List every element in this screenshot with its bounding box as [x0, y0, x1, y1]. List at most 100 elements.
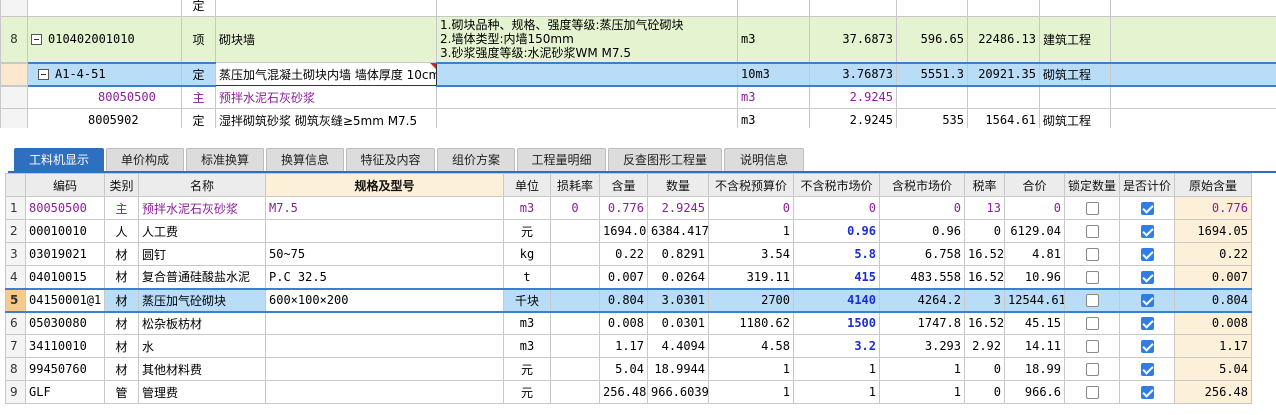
tab-conversion-info[interactable]: 换算信息	[266, 148, 344, 172]
resource-category[interactable]: 材	[104, 287, 139, 313]
resource-quantity[interactable]: 0.0264	[647, 265, 709, 289]
bill-name[interactable]: 砌块墙	[215, 16, 437, 63]
checkbox-empty-icon[interactable]	[1085, 202, 1099, 215]
resource-total[interactable]: 6129.04	[1004, 219, 1065, 243]
header-lock-qty[interactable]: 锁定数量	[1064, 173, 1120, 197]
resource-tax-rate[interactable]: 16.52	[964, 311, 1005, 335]
lock-qty-checkbox[interactable]	[1064, 265, 1120, 289]
resource-tax-market-price[interactable]: 483.558	[879, 265, 965, 289]
lock-qty-checkbox[interactable]	[1064, 287, 1120, 313]
lock-qty-checkbox[interactable]	[1064, 357, 1120, 381]
resource-loss-rate[interactable]	[550, 242, 600, 266]
resource-content[interactable]: 1694.05	[599, 219, 648, 243]
resource-budget-price[interactable]: 1	[708, 219, 794, 243]
resource-loss-rate[interactable]	[550, 380, 600, 404]
resource-category[interactable]: 材	[104, 265, 139, 289]
bill-code[interactable]: 8005902	[27, 108, 182, 128]
resource-spec[interactable]	[265, 311, 504, 335]
resource-category[interactable]: 主	[104, 196, 139, 220]
resource-quantity[interactable]: 0.8291	[647, 242, 709, 266]
resource-unit[interactable]: t	[503, 265, 551, 289]
bill-desc[interactable]	[436, 61, 738, 87]
resource-original-content[interactable]: 5.04	[1174, 357, 1252, 381]
resource-quantity[interactable]: 966.6039	[647, 380, 709, 404]
resource-unit[interactable]: m3	[503, 334, 551, 358]
resource-tax-market-price[interactable]: 1	[879, 380, 965, 404]
resource-original-content[interactable]: 0.804	[1174, 287, 1252, 313]
bill-code[interactable]: 010402001010	[27, 16, 182, 63]
collapse-icon[interactable]	[38, 69, 49, 80]
resource-spec[interactable]	[265, 219, 504, 243]
checkbox-empty-icon[interactable]	[1085, 386, 1099, 399]
tab-quantity-detail[interactable]: 工程量明细	[517, 148, 606, 172]
is-priced-checkbox[interactable]	[1119, 357, 1175, 381]
resource-code[interactable]: 04010015	[25, 265, 105, 289]
resource-unit[interactable]: 元	[503, 357, 551, 381]
tab-reverse-graph-quantity[interactable]: 反查图形工程量	[608, 148, 722, 172]
resource-tax-rate[interactable]: 16.52	[964, 265, 1005, 289]
bill-code[interactable]: A1-4-51	[27, 61, 182, 87]
resource-market-price[interactable]: 0.96	[793, 219, 880, 243]
resource-market-price[interactable]: 3.2	[793, 334, 880, 358]
resource-code[interactable]: 99450760	[25, 357, 105, 381]
lock-qty-checkbox[interactable]	[1064, 311, 1120, 335]
table-row[interactable]: 7 34110010 材水 m3 1.17 4.4094 4.58 3.2 3.293 2.92 1…	[5, 334, 1252, 358]
resource-name[interactable]: 人工费	[138, 219, 266, 243]
lock-qty-checkbox[interactable]	[1064, 196, 1120, 220]
header-content[interactable]: 含量	[599, 173, 648, 197]
resource-total[interactable]: 0	[1004, 196, 1065, 220]
bill-name[interactable]: 预拌水泥石灰砂浆	[215, 85, 437, 109]
resource-category[interactable]: 材	[104, 242, 139, 266]
resource-tax-rate[interactable]: 13	[964, 196, 1005, 220]
resource-original-content[interactable]: 1.17	[1174, 334, 1252, 358]
checkbox-empty-icon[interactable]	[1085, 340, 1099, 353]
checkbox-empty-icon[interactable]	[1085, 248, 1099, 261]
resource-tax-market-price[interactable]: 6.758	[879, 242, 965, 266]
resource-tax-rate[interactable]: 3	[964, 287, 1005, 313]
lock-qty-checkbox[interactable]	[1064, 380, 1120, 404]
resource-loss-rate[interactable]	[550, 265, 600, 289]
resource-total[interactable]: 14.11	[1004, 334, 1065, 358]
table-row[interactable]: 8 99450760 材其他材料费元 5.04 18.9944 1 1 1 0 18.99 5.04	[5, 357, 1252, 381]
checkbox-empty-icon[interactable]	[1085, 317, 1099, 331]
bill-code[interactable]: 80050500	[27, 85, 182, 109]
resource-category[interactable]: 材	[104, 334, 139, 358]
bill-desc[interactable]	[436, 108, 738, 128]
resource-original-content[interactable]: 256.48	[1174, 380, 1252, 404]
resource-total[interactable]: 12544.61	[1004, 287, 1065, 313]
header-tax-market-price[interactable]: 含税市场价	[879, 173, 965, 197]
is-priced-checkbox[interactable]	[1119, 287, 1175, 313]
resource-name[interactable]: 水	[138, 334, 266, 358]
resource-code[interactable]: 05030080	[25, 311, 105, 335]
checkbox-checked-icon[interactable]	[1140, 363, 1154, 376]
resource-tax-rate[interactable]: 0	[964, 357, 1005, 381]
resource-quantity[interactable]: 3.0301	[647, 287, 709, 313]
resource-name[interactable]: 复合普通硅酸盐水泥	[138, 265, 266, 289]
resource-content[interactable]: 0.22	[599, 242, 648, 266]
resource-budget-price[interactable]: 2700	[708, 287, 794, 313]
resource-code[interactable]: 80050500	[25, 196, 105, 220]
resource-loss-rate[interactable]: 0	[550, 196, 600, 220]
checkbox-checked-icon[interactable]	[1140, 294, 1154, 307]
resource-quantity[interactable]: 0.0301	[647, 311, 709, 335]
resource-tax-market-price[interactable]: 1	[879, 357, 965, 381]
header-category[interactable]: 类别	[104, 173, 139, 197]
checkbox-checked-icon[interactable]	[1140, 340, 1154, 353]
header-market-price[interactable]: 不含税市场价	[793, 173, 880, 197]
header-total[interactable]: 合价	[1004, 173, 1065, 197]
bill-name[interactable]: 蒸压加气混凝土砌块内墙 墙体厚度 10cm	[215, 62, 437, 86]
resource-name[interactable]: 管理费	[138, 380, 266, 404]
is-priced-checkbox[interactable]	[1119, 311, 1175, 335]
resource-spec[interactable]: 50~75	[265, 242, 504, 266]
is-priced-checkbox[interactable]	[1119, 196, 1175, 220]
bill-row-selected[interactable]: A1-4-51 定 蒸压加气混凝土砌块内墙 墙体厚度 10cm 10m3 3.7…	[0, 61, 1276, 87]
bill-qty[interactable]: 37.6873	[809, 16, 897, 63]
checkbox-checked-icon[interactable]	[1140, 202, 1154, 215]
resource-spec[interactable]: M7.5	[265, 196, 504, 220]
checkbox-empty-icon[interactable]	[1085, 363, 1099, 376]
resource-market-price[interactable]: 1	[793, 357, 880, 381]
resource-budget-price[interactable]: 4.58	[708, 334, 794, 358]
resource-budget-price[interactable]: 1180.62	[708, 311, 794, 335]
bill-row[interactable]: 80050500 主 预拌水泥石灰砂浆 m3 2.9245	[0, 85, 1276, 109]
header-spec[interactable]: 规格及型号	[265, 173, 504, 197]
